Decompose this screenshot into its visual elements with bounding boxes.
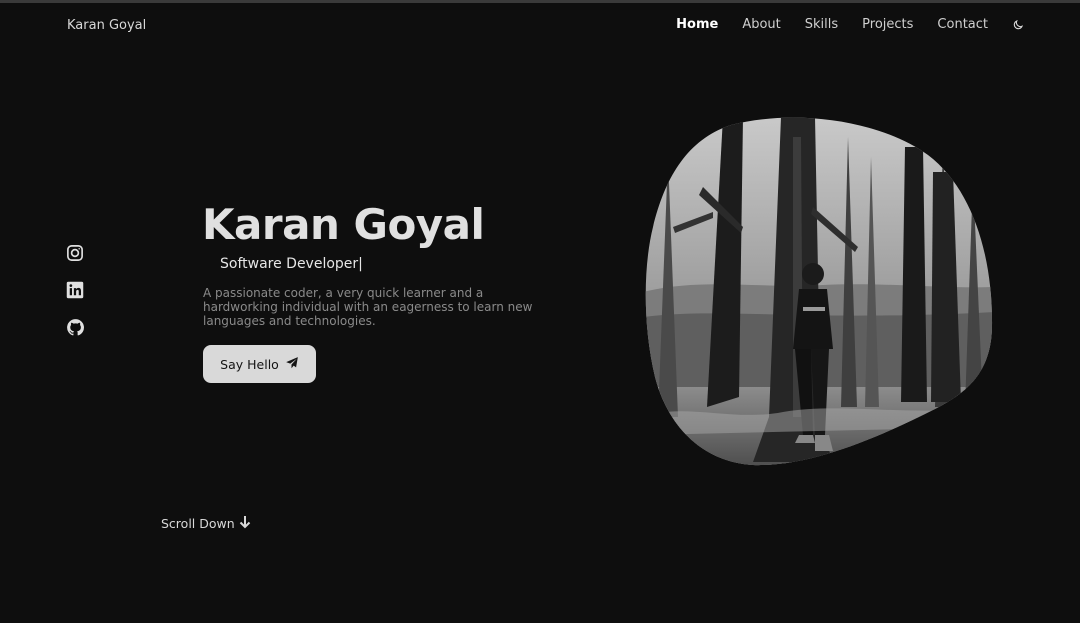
top-border: [0, 0, 1080, 3]
nav-projects[interactable]: Projects: [862, 17, 913, 32]
say-hello-button[interactable]: Say Hello: [203, 345, 316, 383]
instagram-icon[interactable]: [66, 244, 84, 262]
brand-name[interactable]: Karan Goyal: [67, 18, 146, 33]
hero-subtitle: Software Developer|: [220, 256, 363, 272]
nav-home[interactable]: Home: [676, 17, 718, 32]
hero-title: Karan Goyal: [202, 200, 485, 249]
nav-skills[interactable]: Skills: [805, 17, 838, 32]
linkedin-icon[interactable]: [66, 281, 84, 299]
say-hello-label: Say Hello: [220, 356, 279, 372]
social-links: [66, 244, 84, 336]
profile-photo: [643, 117, 994, 467]
nav-contact[interactable]: Contact: [937, 17, 988, 32]
github-icon[interactable]: [66, 318, 84, 336]
main-nav: Home About Skills Projects Contact: [652, 17, 1024, 32]
moon-icon[interactable]: [1012, 19, 1024, 31]
send-icon: [285, 356, 299, 373]
hero-description: A passionate coder, a very quick learner…: [203, 286, 533, 328]
scroll-down-link[interactable]: Scroll Down: [161, 515, 251, 532]
arrow-down-icon: [239, 515, 251, 532]
nav-about[interactable]: About: [742, 17, 780, 32]
scroll-down-label: Scroll Down: [161, 516, 235, 531]
